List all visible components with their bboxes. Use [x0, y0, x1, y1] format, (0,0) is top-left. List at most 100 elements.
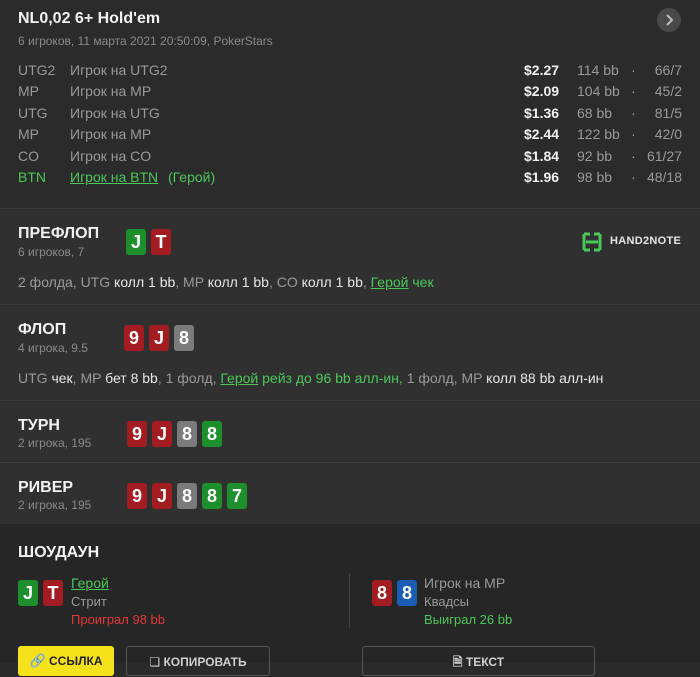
- action-text: UTG: [18, 370, 52, 386]
- player-name: Игрок на UTG: [70, 104, 160, 121]
- action-call: колл 1 bb: [301, 274, 363, 290]
- hero-hand-rank: Стрит: [71, 594, 107, 609]
- player-stats: 81/5: [654, 104, 682, 121]
- player-position: UTG2: [18, 62, 56, 78]
- stats-dot: ·: [631, 62, 636, 78]
- player-name[interactable]: Игрок на BTN: [70, 169, 158, 185]
- action-check: чек: [51, 370, 73, 386]
- preflop-section: ПРЕФЛОП 6 игроков, 7 JT HAND2NOTE 2 фолд…: [0, 208, 700, 304]
- villain-hand-rank: Квадсы: [424, 594, 469, 609]
- action-text: , CO: [268, 274, 302, 290]
- hero-action: рейз до 96 bb алл-ин,: [258, 370, 403, 386]
- next-hand-button[interactable]: [657, 8, 681, 32]
- playing-card: 8: [177, 421, 197, 447]
- street-title: РИВЕР: [18, 479, 74, 496]
- player-name: Игрок на MP: [70, 83, 152, 100]
- playing-card: J: [152, 421, 172, 447]
- action-call: колл 1 bb: [207, 274, 269, 290]
- turn-section: ТУРН 2 игрока, 195 9J88: [0, 400, 700, 462]
- flop-actions: UTG чек, MP бет 8 bb, 1 фолд, Герой рейз…: [18, 370, 603, 386]
- copy-icon: ❏: [149, 655, 161, 669]
- stats-dot: ·: [631, 83, 636, 100]
- hand-header: NL0,02 6+ Hold'em 6 игроков, 11 марта 20…: [0, 0, 700, 208]
- player-name: Игрок на UTG2: [70, 62, 168, 78]
- playing-card: J: [126, 229, 146, 255]
- player-stack-bb: 122 bb: [577, 126, 620, 143]
- action-call: колл 1 bb: [114, 274, 176, 290]
- hero-action: чек: [408, 274, 434, 290]
- hand-title: NL0,02 6+ Hold'em: [18, 10, 161, 27]
- player-stack-bb: 92 bb: [577, 147, 613, 164]
- showdown-section: ШОУДАУН JT Герой Стрит Проиграл 98 bb 88…: [0, 524, 700, 676]
- text-button[interactable]: 🗎 ТЕКСТ: [362, 646, 595, 676]
- link-button[interactable]: 🔗 ССЫЛКА: [18, 646, 114, 676]
- player-row: CO Игрок на CO $1.84 92 bb · 61/27: [18, 148, 682, 168]
- street-subtitle: 2 игрока, 195: [18, 436, 92, 450]
- preflop-actions: 2 фолда, UTG колл 1 bb, MP колл 1 bb, CO…: [18, 274, 434, 290]
- player-stats: 45/2: [654, 83, 682, 100]
- showdown-divider: [349, 574, 350, 628]
- player-name: Игрок на MP: [70, 126, 152, 143]
- player-stack-money: $2.44: [524, 126, 560, 143]
- playing-card: 7: [227, 483, 247, 509]
- playing-card: 8: [397, 580, 417, 606]
- action-text: ,: [362, 274, 371, 290]
- playing-card: T: [151, 229, 171, 255]
- player-stack-money: $1.36: [524, 104, 560, 121]
- stats-dot: ·: [631, 147, 636, 164]
- street-title: ФЛОП: [18, 321, 67, 338]
- player-position: BTN: [18, 169, 46, 185]
- text-button-label: ТЕКСТ: [465, 655, 505, 669]
- playing-card: 9: [127, 421, 147, 447]
- player-row: MP Игрок на MP $2.09 104 bb · 45/2: [18, 83, 682, 103]
- player-stats: 48/18: [646, 169, 682, 185]
- action-text: 1 фолд, MP: [402, 370, 487, 386]
- copy-button-label: КОПИРОВАТЬ: [163, 655, 247, 669]
- action-text: , MP: [175, 274, 208, 290]
- chevron-right-icon: [666, 14, 674, 26]
- player-stack-bb: 68 bb: [577, 104, 613, 121]
- player-stack-money: $1.84: [524, 147, 560, 164]
- link-button-label: ССЫЛКА: [49, 654, 103, 668]
- player-stack-bb: 98 bb: [577, 169, 613, 185]
- action-text: 2 фолда, UTG: [18, 274, 115, 290]
- action-call: колл 88 bb алл-ин: [486, 370, 604, 386]
- player-position: MP: [18, 83, 39, 100]
- street-subtitle: 6 игроков, 7: [18, 245, 85, 259]
- playing-card: J: [149, 325, 169, 351]
- player-position: MP: [18, 126, 39, 143]
- player-stack-bb: 114 bb: [577, 62, 619, 78]
- player-name: Игрок на CO: [70, 147, 152, 164]
- action-text: , MP: [72, 370, 106, 386]
- flop-section: ФЛОП 4 игрока, 9.5 9J8 UTG чек, MP бет 8…: [0, 304, 700, 400]
- villain-name: Игрок на MP: [424, 575, 506, 591]
- player-row: UTG Игрок на UTG $1.36 68 bb · 81/5: [18, 105, 682, 125]
- hero-link[interactable]: Герой: [371, 274, 409, 290]
- copy-button[interactable]: ❏ КОПИРОВАТЬ: [126, 646, 270, 676]
- playing-card: 8: [174, 325, 194, 351]
- player-row: UTG2 Игрок на UTG2 $2.27 114 bb · 66/7: [18, 62, 682, 82]
- playing-card: J: [152, 483, 172, 509]
- river-section: РИВЕР 2 игрока, 195 9J887: [0, 462, 700, 524]
- player-row: BTN Игрок на BTN (Герой) $1.96 98 bb · 48/18: [18, 169, 682, 189]
- playing-card: 8: [202, 421, 222, 447]
- hero-result: Проиграл 98 bb: [71, 612, 165, 627]
- showdown-title: ШОУДАУН: [18, 544, 100, 561]
- player-position: CO: [18, 147, 39, 164]
- stats-dot: ·: [631, 104, 636, 121]
- action-text: , 1 фолд,: [157, 370, 221, 386]
- stats-dot: ·: [631, 169, 636, 185]
- player-stats: 61/27: [646, 147, 682, 164]
- player-stack-bb: 104 bb: [577, 83, 620, 100]
- playing-card: 8: [202, 483, 222, 509]
- hero-link[interactable]: Герой: [220, 370, 258, 386]
- document-icon: 🗎: [452, 655, 463, 669]
- hand-subtitle: 6 игроков, 11 марта 2021 20:50:09, Poker…: [18, 34, 273, 48]
- hand2note-logo-text: HAND2NOTE: [610, 235, 682, 247]
- street-title: ПРЕФЛОП: [18, 225, 100, 242]
- villain-result: Выиграл 26 bb: [424, 612, 513, 627]
- hero-tag: (Герой): [168, 169, 216, 185]
- playing-card: 8: [177, 483, 197, 509]
- hand2note-logo-icon: [582, 232, 602, 252]
- hero-name-link[interactable]: Герой: [71, 575, 109, 591]
